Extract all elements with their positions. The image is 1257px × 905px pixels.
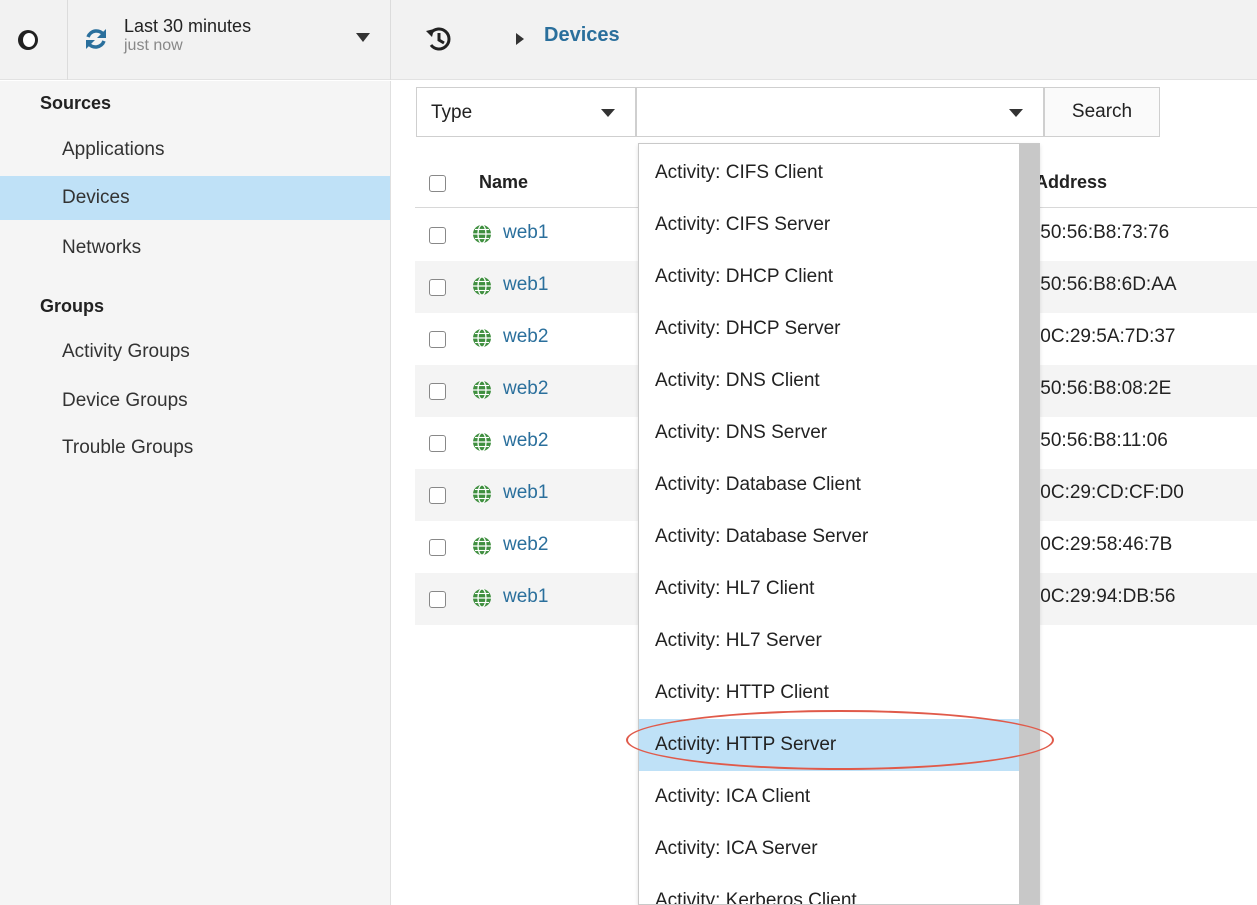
device-mac-address: :50:56:B8:11:06 — [1035, 430, 1168, 451]
chevron-down-icon[interactable] — [356, 33, 370, 42]
breadcrumb[interactable]: Devices — [544, 24, 620, 47]
sidebar-item-networks[interactable]: Networks — [0, 226, 390, 270]
globe-icon — [473, 484, 491, 504]
dropdown-option[interactable]: Activity: HTTP Server — [639, 719, 1019, 771]
search-button[interactable]: Search — [1044, 87, 1160, 137]
dropdown-scrollbar[interactable] — [1019, 144, 1039, 904]
filter-value-select[interactable] — [636, 87, 1044, 137]
device-name-link[interactable]: web1 — [503, 222, 548, 244]
chevron-down-icon — [1009, 109, 1023, 117]
row-checkbox[interactable] — [429, 591, 446, 608]
row-checkbox[interactable] — [429, 435, 446, 452]
dropdown-option[interactable]: Activity: DHCP Server — [639, 303, 1019, 355]
device-mac-address: :0C:29:CD:CF:D0 — [1035, 482, 1184, 503]
time-updated-label: just now — [124, 37, 183, 54]
breadcrumb-arrow-icon — [516, 33, 524, 45]
dropdown-option[interactable]: Activity: Kerberos Client — [639, 875, 1019, 904]
dropdown-option[interactable]: Activity: CIFS Client — [639, 147, 1019, 199]
dropdown-option[interactable]: Activity: ICA Server — [639, 823, 1019, 875]
dropdown-option[interactable]: Activity: CIFS Server — [639, 199, 1019, 251]
device-name-link[interactable]: web1 — [503, 274, 548, 296]
globe-icon — [473, 380, 491, 400]
sidebar: Sources Applications Devices Networks Gr… — [0, 81, 391, 905]
device-name-link[interactable]: web2 — [503, 378, 548, 400]
history-icon[interactable] — [424, 24, 454, 54]
device-name-link[interactable]: web1 — [503, 482, 548, 504]
dropdown-option[interactable]: Activity: HL7 Client — [639, 563, 1019, 615]
device-mac-address: :50:56:B8:6D:AA — [1035, 274, 1177, 295]
type-select[interactable]: Type — [416, 87, 636, 137]
filter-options-dropdown[interactable]: Activity: CIFS Client Activity: CIFS Serv… — [638, 143, 1040, 905]
refresh-icon[interactable] — [82, 25, 110, 53]
dropdown-option[interactable]: Activity: HL7 Server — [639, 615, 1019, 667]
row-checkbox[interactable] — [429, 227, 446, 244]
row-checkbox[interactable] — [429, 331, 446, 348]
dropdown-option[interactable]: Activity: DNS Client — [639, 355, 1019, 407]
row-checkbox[interactable] — [429, 279, 446, 296]
device-name-link[interactable]: web2 — [503, 534, 548, 556]
dropdown-option[interactable]: Activity: Database Client — [639, 459, 1019, 511]
row-checkbox[interactable] — [429, 383, 446, 400]
row-checkbox[interactable] — [429, 539, 446, 556]
divider — [390, 0, 391, 80]
sources-heading: Sources — [40, 93, 112, 113]
sidebar-item-trouble-groups[interactable]: Trouble Groups — [0, 426, 390, 470]
dropdown-option[interactable]: Activity: Database Server — [639, 511, 1019, 563]
sidebar-item-devices[interactable]: Devices — [0, 176, 390, 220]
globe-icon — [473, 432, 491, 452]
sidebar-item-applications[interactable]: Applications — [0, 128, 390, 172]
dropdown-option[interactable]: Activity: DHCP Client — [639, 251, 1019, 303]
sidebar-item-activity-groups[interactable]: Activity Groups — [0, 330, 390, 374]
column-header-address[interactable]: Address — [1035, 172, 1107, 193]
groups-heading: Groups — [40, 296, 105, 316]
device-mac-address: :0C:29:94:DB:56 — [1035, 586, 1176, 607]
device-name-link[interactable]: web2 — [503, 430, 548, 452]
divider — [67, 0, 68, 80]
globe-icon — [473, 276, 491, 296]
device-mac-address: :50:56:B8:08:2E — [1035, 378, 1172, 399]
select-all-checkbox[interactable] — [429, 175, 446, 192]
device-mac-address: :0C:29:58:46:7B — [1035, 534, 1173, 555]
dropdown-option[interactable]: Activity: ICA Client — [639, 771, 1019, 823]
globe-icon — [473, 536, 491, 556]
dropdown-option[interactable]: Activity: DNS Server — [639, 407, 1019, 459]
device-name-link[interactable]: web2 — [503, 326, 548, 348]
globe-icon — [473, 588, 491, 608]
device-mac-address: :50:56:B8:73:76 — [1035, 222, 1170, 243]
globe-icon — [473, 224, 491, 244]
device-mac-address: :0C:29:5A:7D:37 — [1035, 326, 1176, 347]
chevron-down-icon — [601, 109, 615, 117]
device-name-link[interactable]: web1 — [503, 586, 548, 608]
row-checkbox[interactable] — [429, 487, 446, 504]
globe-icon — [473, 328, 491, 348]
type-select-value: Type — [431, 102, 473, 123]
column-header-name[interactable]: Name — [479, 172, 528, 193]
time-range-label[interactable]: Last 30 minutes — [124, 16, 251, 37]
sidebar-toggle-icon[interactable] — [18, 30, 38, 50]
sidebar-item-device-groups[interactable]: Device Groups — [0, 379, 390, 423]
top-bar: Last 30 minutes just now Devices — [0, 0, 1257, 80]
dropdown-option[interactable]: Activity: HTTP Client — [639, 667, 1019, 719]
